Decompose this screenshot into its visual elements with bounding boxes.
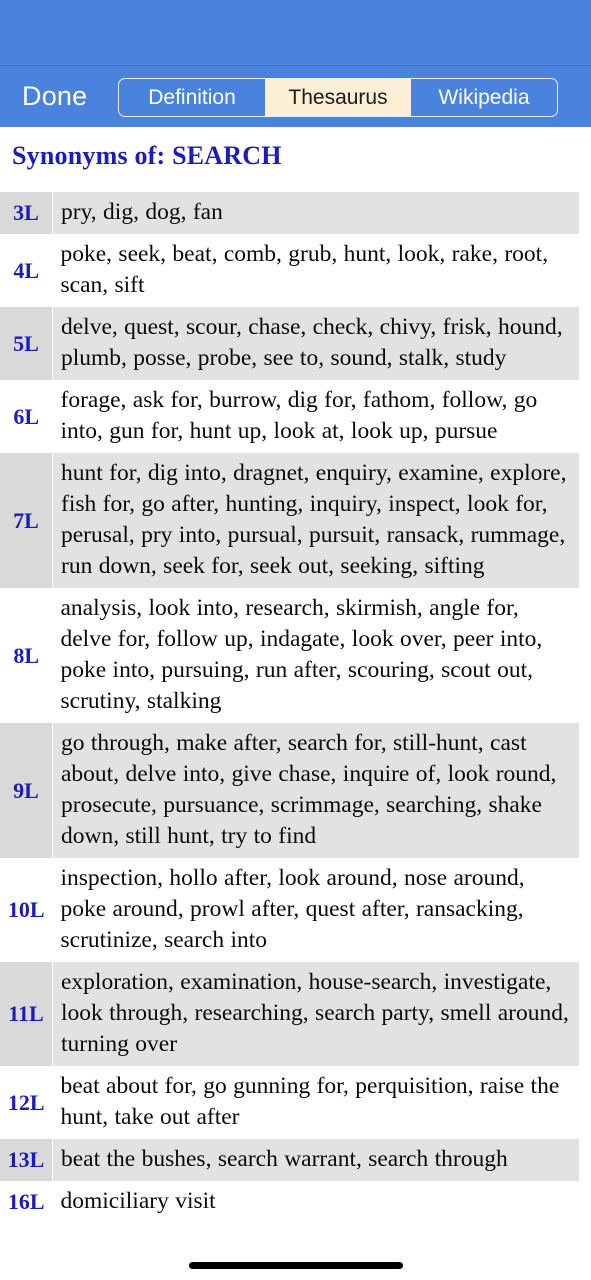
word-length-label: 4L	[0, 234, 53, 307]
page-title: Synonyms of: SEARCH	[12, 141, 282, 170]
segment-wikipedia[interactable]: Wikipedia	[411, 79, 557, 116]
synonym-list: analysis, look into, research, skirmish,…	[52, 588, 579, 723]
segment-definition-label: Definition	[148, 86, 236, 109]
word-length-label: 9L	[0, 723, 53, 858]
table-row[interactable]: 11L exploration, examination, house-searc…	[0, 962, 579, 1066]
synonym-list: forage, ask for, burrow, dig for, fathom…	[52, 380, 579, 453]
synonym-list: hunt for, dig into, dragnet, enquiry, ex…	[52, 453, 579, 588]
table-row[interactable]: 16L domiciliary visit	[0, 1181, 579, 1223]
synonym-list: poke, seek, beat, comb, grub, hunt, look…	[52, 234, 579, 307]
word-length-label: 13L	[0, 1139, 53, 1181]
word-length-label: 5L	[0, 307, 53, 380]
mode-segmented-control[interactable]: Definition Thesaurus Wikipedia	[118, 78, 558, 117]
table-row[interactable]: 5L delve, quest, scour, chase, check, chi…	[0, 307, 579, 380]
navigation-bar: Done Definition Thesaurus Wikipedia	[0, 65, 591, 127]
segment-thesaurus-label: Thesaurus	[288, 86, 388, 109]
status-bar	[0, 0, 591, 65]
segment-definition[interactable]: Definition	[119, 79, 265, 116]
segment-thesaurus[interactable]: Thesaurus	[265, 79, 411, 116]
table-row[interactable]: 12L beat about for, go gunning for, perqu…	[0, 1066, 579, 1139]
word-length-label: 11L	[0, 962, 53, 1066]
word-length-label: 10L	[0, 858, 53, 962]
home-indicator	[188, 1262, 403, 1269]
synonym-list: inspection, hollo after, look around, no…	[52, 858, 579, 962]
segment-wikipedia-label: Wikipedia	[438, 86, 530, 109]
synonym-list: delve, quest, scour, chase, check, chivy…	[52, 307, 579, 380]
table-row[interactable]: 6L forage, ask for, burrow, dig for, fath…	[0, 380, 579, 453]
table-row[interactable]: 8L analysis, look into, research, skirmis…	[0, 588, 579, 723]
synonym-list: pry, dig, dog, fan	[52, 192, 579, 234]
table-row[interactable]: 7L hunt for, dig into, dragnet, enquiry, …	[0, 453, 579, 588]
synonym-list: exploration, examination, house-search, …	[52, 962, 579, 1066]
table-row[interactable]: 4L poke, seek, beat, comb, grub, hunt, lo…	[0, 234, 579, 307]
word-length-label: 16L	[0, 1181, 53, 1223]
word-length-label: 12L	[0, 1066, 53, 1139]
synonym-list: domiciliary visit	[52, 1181, 579, 1223]
synonym-list: beat about for, go gunning for, perquisi…	[52, 1066, 579, 1139]
word-length-label: 7L	[0, 453, 53, 588]
table-row[interactable]: 10L inspection, hollo after, look around,…	[0, 858, 579, 962]
table-row[interactable]: 13L beat the bushes, search warrant, sear…	[0, 1139, 579, 1181]
synonyms-table-body: 3L pry, dig, dog, fan 4L poke, seek, beat, …	[0, 192, 579, 1223]
synonym-list: go through, make after, search for, stil…	[52, 723, 579, 858]
synonyms-table: 3L pry, dig, dog, fan 4L poke, seek, beat, …	[0, 192, 579, 1223]
word-length-label: 3L	[0, 192, 53, 234]
synonym-list: beat the bushes, search warrant, search …	[52, 1139, 579, 1181]
table-row[interactable]: 3L pry, dig, dog, fan	[0, 192, 579, 234]
done-button[interactable]: Done	[22, 83, 87, 110]
word-length-label: 6L	[0, 380, 53, 453]
word-length-label: 8L	[0, 588, 53, 723]
table-row[interactable]: 9L go through, make after, search for, st…	[0, 723, 579, 858]
